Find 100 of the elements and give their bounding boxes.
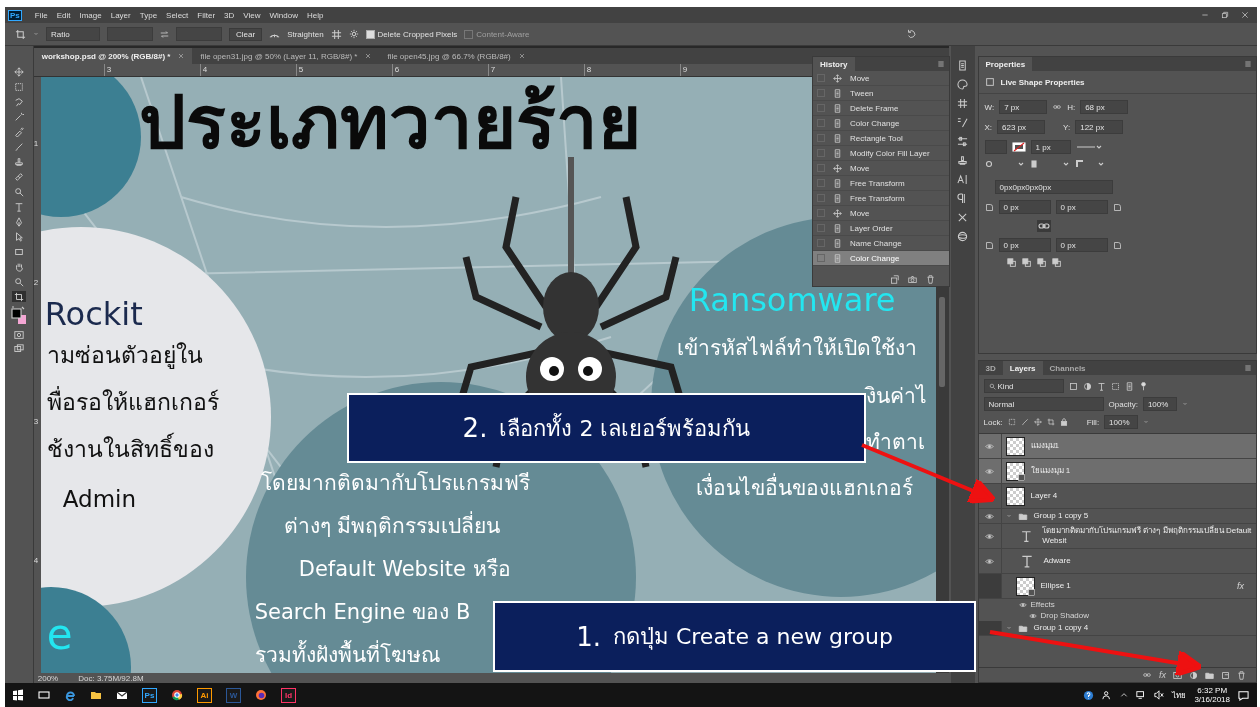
- artboard-icon[interactable]: [1046, 418, 1055, 426]
- input-field[interactable]: 1 px: [1030, 140, 1071, 154]
- exclude-shapes-icon[interactable]: [1051, 258, 1062, 268]
- move-icon[interactable]: [1033, 418, 1042, 426]
- language-indicator[interactable]: ไทย: [1172, 688, 1187, 702]
- close-icon[interactable]: [1241, 11, 1249, 19]
- adjustment-filter-icon[interactable]: [1082, 381, 1092, 391]
- type-filter-icon[interactable]: [1096, 381, 1106, 391]
- shape-filter-icon[interactable]: [1110, 381, 1120, 391]
- layer-row[interactable]: Group 1 copy 5: [978, 509, 1256, 524]
- eye-icon[interactable]: [1028, 611, 1037, 620]
- people-icon[interactable]: [1102, 690, 1113, 700]
- character-icon[interactable]: [957, 174, 969, 185]
- subtract-shapes-icon[interactable]: [1021, 258, 1032, 268]
- eye-icon[interactable]: [1018, 600, 1027, 609]
- app-icon[interactable]: Ps: [142, 687, 157, 703]
- stroke-corner-dropdown[interactable]: [1074, 160, 1105, 168]
- app-icon[interactable]: Ai: [197, 687, 212, 703]
- layer-name[interactable]: แมงมุม1: [1030, 441, 1059, 451]
- panel-tab[interactable]: History: [813, 57, 855, 71]
- checkbox[interactable]: [365, 29, 375, 39]
- panel-tab[interactable]: Layers: [1002, 361, 1043, 375]
- windows-start-icon[interactable]: [12, 689, 24, 701]
- history-item[interactable]: Color Change: [813, 116, 949, 131]
- straighten-label[interactable]: Straighten: [287, 29, 324, 39]
- menu-item[interactable]: 3D: [224, 10, 235, 20]
- input-field[interactable]: 0 px: [998, 200, 1051, 214]
- camera-icon[interactable]: [908, 274, 917, 284]
- swap-icon[interactable]: [160, 29, 169, 39]
- trash-icon[interactable]: [1237, 670, 1246, 680]
- palette-icon[interactable]: [957, 79, 969, 90]
- network-icon[interactable]: [1136, 690, 1147, 700]
- quick-mask-icon[interactable]: [13, 330, 24, 340]
- crop-icon[interactable]: [15, 28, 26, 40]
- help-icon[interactable]: [1083, 689, 1095, 701]
- stroke-align-dropdown[interactable]: [984, 160, 1025, 168]
- menu-item[interactable]: Image: [79, 10, 102, 20]
- history-item[interactable]: Move: [813, 206, 949, 221]
- tools-icon[interactable]: [957, 212, 969, 223]
- minimize-icon[interactable]: [1201, 11, 1209, 19]
- link-icon[interactable]: [1036, 220, 1051, 232]
- menu-item[interactable]: Select: [166, 10, 189, 20]
- menu-icon[interactable]: [1244, 60, 1252, 68]
- link-icon[interactable]: [1052, 103, 1063, 111]
- history-item[interactable]: Delete Frame: [813, 101, 949, 116]
- history-item[interactable]: Move: [813, 161, 949, 176]
- app-icon[interactable]: Id: [281, 687, 296, 703]
- ratio-dropdown[interactable]: Ratio: [46, 27, 100, 41]
- scrollbar-thumb[interactable]: [939, 297, 946, 387]
- layer-name[interactable]: Layer 4: [1030, 491, 1058, 501]
- task-view-icon[interactable]: [38, 689, 50, 701]
- crop-tool[interactable]: [11, 291, 26, 302]
- menu-item[interactable]: Filter: [197, 10, 216, 20]
- menu-item[interactable]: View: [243, 10, 261, 20]
- history-item[interactable]: Free Transform: [813, 191, 949, 206]
- input-field[interactable]: 100%: [1104, 415, 1139, 429]
- sphere-icon[interactable]: [957, 231, 969, 242]
- settings-icon[interactable]: [348, 29, 359, 39]
- menu-item[interactable]: Window: [269, 10, 298, 20]
- stroke-cap-dropdown[interactable]: [1029, 160, 1070, 168]
- layer-name[interactable]: Ellipse 1: [1040, 581, 1071, 591]
- input-field[interactable]: 100%: [1142, 397, 1177, 411]
- sliders-icon[interactable]: [957, 136, 969, 147]
- color-swatches-drawing[interactable]: [10, 306, 27, 326]
- add-style-button[interactable]: fx: [1159, 670, 1166, 680]
- reset-icon[interactable]: [906, 29, 917, 39]
- document-tab[interactable]: workshop.psd @ 200% (RGB/8#) *: [33, 48, 193, 64]
- move-tool[interactable]: [11, 66, 26, 77]
- filter-dropdown[interactable]: Kind: [983, 379, 1064, 393]
- restore-icon[interactable]: [1221, 11, 1229, 19]
- menu-item[interactable]: Layer: [110, 10, 131, 20]
- layer-name[interactable]: Group 1 copy 4: [1033, 623, 1089, 633]
- trash-icon[interactable]: [926, 274, 935, 284]
- brush-icon[interactable]: [1020, 418, 1029, 426]
- layer-row[interactable]: Adware: [978, 549, 1256, 574]
- layer-name[interactable]: Group 1 copy 5: [1033, 511, 1089, 521]
- input-field[interactable]: 122 px: [1075, 120, 1124, 134]
- mask-icon[interactable]: [1173, 670, 1182, 680]
- browser-icon[interactable]: [255, 689, 267, 701]
- blend-mode-dropdown[interactable]: Normal: [983, 397, 1104, 411]
- input-field[interactable]: 0 px: [998, 238, 1051, 252]
- input-field[interactable]: 7 px: [999, 100, 1048, 114]
- history-item[interactable]: Move: [813, 71, 949, 86]
- combine-shapes-icon[interactable]: [1006, 258, 1017, 268]
- history-item[interactable]: Free Transform: [813, 176, 949, 191]
- grid-icon[interactable]: [957, 98, 969, 109]
- new-layer-icon[interactable]: [1221, 670, 1230, 680]
- panel-tab[interactable]: Properties: [978, 57, 1033, 71]
- panel-tab[interactable]: 3D: [978, 361, 1003, 375]
- layer-name[interactable]: Adware: [1043, 556, 1071, 566]
- menu-item[interactable]: Edit: [56, 10, 71, 20]
- link-icon[interactable]: [1142, 671, 1152, 679]
- chevron-up-icon[interactable]: [1120, 691, 1129, 699]
- notifications-icon[interactable]: [1238, 689, 1249, 701]
- pixel-filter-icon[interactable]: [1068, 381, 1078, 391]
- menu-item[interactable]: File: [34, 10, 48, 20]
- browser-icon[interactable]: [64, 689, 76, 701]
- layer-row[interactable]: ใยแมงมุม 1: [978, 459, 1256, 484]
- adjustment-icon[interactable]: [1189, 670, 1198, 680]
- menu-icon[interactable]: [937, 60, 945, 68]
